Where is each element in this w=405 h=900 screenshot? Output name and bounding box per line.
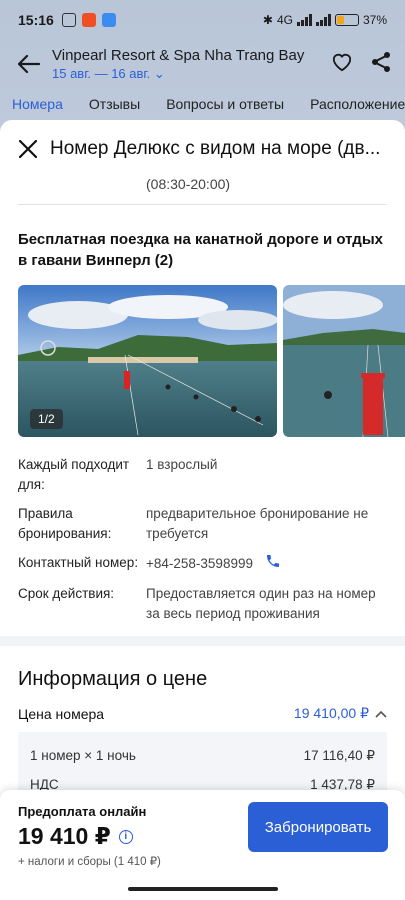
status-time: 15:16 <box>18 12 54 28</box>
status-bar: 15:16 ✱ 4G 37% <box>0 0 405 40</box>
signal-icon <box>296 14 312 26</box>
network-type: 4G <box>276 13 293 27</box>
contact-number[interactable]: +84-258-3598999 <box>146 554 253 574</box>
app-notification-icon <box>81 13 96 27</box>
amenity-details: Каждый подходит для: 1 взрослый Правила … <box>0 455 405 624</box>
hours-text: (08:30-20:00) <box>146 176 231 192</box>
detail-row: Правила бронирования: предварительное бр… <box>18 504 387 544</box>
booking-rules-value: предварительное бронирование не требуетс… <box>146 506 369 541</box>
hotel-tabs: Номера Отзывы Вопросы и ответы Расположе… <box>0 96 405 112</box>
detail-row: Контактный номер: +84-258-3598999 <box>18 553 387 575</box>
room-title: Номер Делюкс с видом на море (дв... <box>50 138 381 159</box>
tab-reviews[interactable]: Отзывы <box>89 96 140 112</box>
photo-counter: 1/2 <box>30 409 63 429</box>
back-arrow-icon[interactable] <box>14 49 44 79</box>
detail-row: Каждый подходит для: 1 взрослый <box>18 455 387 495</box>
book-button[interactable]: Забронировать <box>248 802 388 852</box>
detail-row: Срок действия: Предоставляется один раз … <box>18 584 387 624</box>
cable-car-photo-2[interactable] <box>283 285 405 437</box>
breakdown-row: 1 номер × 1 ночь 17 116,40 ₽ <box>30 748 375 764</box>
applies-to-value: 1 взрослый <box>146 457 218 472</box>
booking-rules-label: Правила бронирования: <box>18 506 112 541</box>
taxes-text: + налоги и сборы (1 410 ₽) <box>18 856 161 868</box>
hotel-header: Vinpearl Resort & Spa Nha Trang Bay 15 а… <box>0 40 405 88</box>
upload-notification-icon <box>101 13 116 27</box>
home-indicator[interactable] <box>128 887 278 891</box>
hotel-dates[interactable]: 15 авг. — 16 авг. ⌄ <box>52 66 331 82</box>
room-detail-sheet: Номер Делюкс с видом на море (дв... (08:… <box>0 120 405 900</box>
chevron-down-icon: ⌄ <box>153 65 165 81</box>
tab-rooms[interactable]: Номера <box>12 96 63 112</box>
phone-icon[interactable] <box>265 553 281 575</box>
close-icon[interactable] <box>16 137 40 161</box>
cable-car-photo-1[interactable]: 1/2 <box>18 285 277 437</box>
tab-qa[interactable]: Вопросы и ответы <box>166 96 284 112</box>
amenity-title: Бесплатная поездка на канатной дороге и … <box>18 231 383 269</box>
tab-location[interactable]: Расположение <box>310 96 405 112</box>
room-price-amount: 19 410,00 ₽ <box>294 705 387 722</box>
hotel-info: Vinpearl Resort & Spa Nha Trang Bay 15 а… <box>52 47 331 82</box>
booking-footer: Предоплата онлайн 19 410 ₽ i + налоги и … <box>0 790 405 900</box>
share-icon[interactable] <box>371 51 391 78</box>
status-right: ✱ 4G 37% <box>263 13 387 27</box>
alarm-icon <box>61 13 76 27</box>
contact-label: Контактный номер: <box>18 555 139 570</box>
room-price-value: 19 410,00 ₽ <box>293 705 369 721</box>
battery-icon <box>334 14 359 26</box>
contact-value: +84-258-3598999 <box>146 553 387 575</box>
breakdown-value: 17 116,40 ₽ <box>303 748 375 763</box>
info-icon[interactable]: i <box>118 829 133 844</box>
price-info-title: Информация о цене <box>18 668 208 690</box>
hotel-dates-text: 15 авг. — 16 авг. <box>52 65 151 81</box>
signal-icon-2 <box>315 14 331 26</box>
battery-percent: 37% <box>362 13 387 27</box>
validity-label: Срок действия: <box>18 586 115 601</box>
total-amount: 19 410 ₽ <box>18 823 111 849</box>
applies-to-label: Каждый подходит для: <box>18 457 130 492</box>
hotel-name: Vinpearl Resort & Spa Nha Trang Bay <box>52 46 305 64</box>
photo-carousel[interactable]: 1/2 <box>0 285 405 437</box>
chevron-up-icon <box>375 710 387 718</box>
section-separator <box>0 636 405 646</box>
breakdown-label: 1 номер × 1 ночь <box>30 748 136 763</box>
sheet-header: Номер Делюкс с видом на море (дв... <box>0 120 405 178</box>
heart-icon[interactable] <box>331 52 353 77</box>
room-price-label: Цена номера <box>18 705 105 722</box>
room-price-row[interactable]: Цена номера 19 410,00 ₽ <box>0 705 405 722</box>
bluetooth-icon: ✱ <box>262 13 273 27</box>
validity-value: Предоставляется один раз на номер за вес… <box>146 586 376 621</box>
